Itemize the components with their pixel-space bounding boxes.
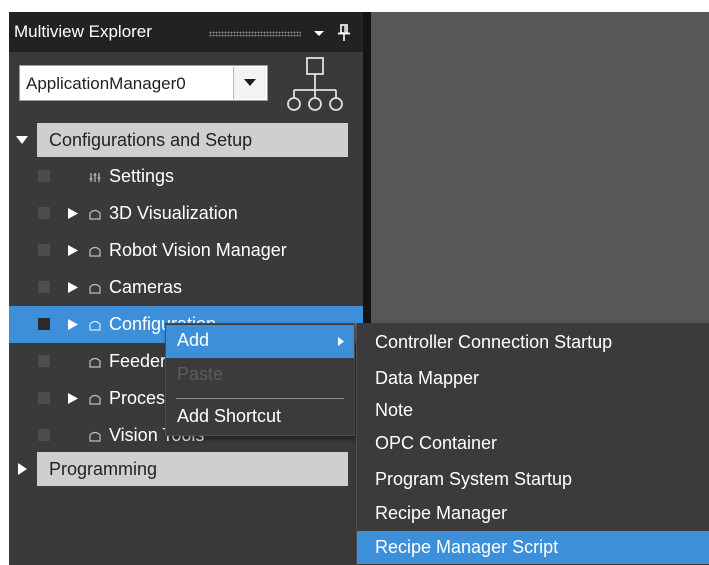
menu-separator [176,398,344,399]
screenshot-frame: Multiview Explorer ApplicationManager0 C… [0,0,709,565]
submenu-item-label: Recipe Manager [375,503,508,523]
panel-title-bar[interactable]: Multiview Explorer [9,12,363,52]
drag-grip[interactable] [209,31,301,37]
row-marker [38,207,50,219]
collapsed-arrow-icon[interactable] [67,318,79,331]
folder-icon [89,320,101,331]
settings-icon [89,173,101,182]
collapsed-arrow-icon[interactable] [67,281,79,294]
submenu-item-label: Note [375,400,414,420]
submenu-item-recipe-manager[interactable]: Recipe Manager [357,497,709,530]
folder-icon [89,246,101,257]
folder-icon [89,394,101,405]
folder-icon [89,357,101,368]
submenu-item-program-system-startup[interactable]: Program System Startup [357,463,709,496]
row-marker [38,392,50,404]
submenu-item-data-mapper[interactable]: Data Mapper [357,362,709,395]
submenu-item-opc-container[interactable]: OPC Container [357,427,709,460]
folder-icon [89,283,101,294]
application-selector-button[interactable] [233,67,266,99]
submenu-item-label: Controller Connection Startup [375,332,613,352]
multiview-explorer-panel: Multiview Explorer ApplicationManager0 C… [9,12,363,565]
hierarchy-view-icon[interactable] [280,52,350,116]
folder-icon [89,209,101,220]
menu-item-label: Add Shortcut [177,406,282,426]
collapsed-arrow-icon[interactable] [67,244,79,257]
window-dropdown-icon[interactable] [311,25,327,41]
row-marker [38,429,50,441]
group-configurations-and-setup[interactable]: Configurations and Setup [9,122,363,158]
submenu-item-label: Data Mapper [375,368,480,388]
collapsed-arrow-icon[interactable] [67,207,79,220]
group-programming[interactable]: Programming [9,451,363,487]
chevron-down-icon [244,79,256,86]
panel-title: Multiview Explorer [14,22,152,41]
tree-item-robot-vision-manager[interactable]: Robot Vision Manager [9,232,363,269]
menu-item-label: Paste [177,364,224,384]
submenu-arrow-icon [338,337,344,346]
submenu-item-label: Program System Startup [375,469,573,489]
tree-item-label: 3D Visualization [109,203,238,223]
row-marker [38,170,50,182]
menu-item-add-shortcut[interactable]: Add Shortcut [166,401,354,434]
collapsed-arrow-icon[interactable] [15,462,29,476]
submenu-item-note[interactable]: Note [357,394,709,427]
submenu-item-controller-connection-startup[interactable]: Controller Connection Startup [357,326,709,359]
tree-item-settings[interactable]: Settings [9,158,363,195]
tree-item-label: Robot Vision Manager [109,240,287,260]
context-menu: Add Paste Add Shortcut [165,323,355,436]
group-label: Programming [49,459,158,479]
tree-item-cameras[interactable]: Cameras [9,269,363,306]
menu-item-label: Add [177,330,210,350]
submenu-item-recipe-manager-script[interactable]: Recipe Manager Script [357,531,709,564]
menu-item-paste: Paste [166,359,354,392]
tree-item-label: Cameras [109,277,183,297]
row-marker [38,355,50,367]
group-label: Configurations and Setup [49,130,253,150]
row-marker [38,318,50,330]
submenu-item-label: Recipe Manager Script [375,537,559,557]
row-marker [38,244,50,256]
folder-icon [89,431,101,442]
submenu-item-label: OPC Container [375,433,498,453]
add-submenu: Controller Connection Startup Data Mappe… [356,323,709,565]
application-selector[interactable]: ApplicationManager0 [19,65,268,101]
collapsed-arrow-icon[interactable] [67,392,79,405]
application-selector-value: ApplicationManager0 [26,74,186,93]
menu-item-add[interactable]: Add [166,325,354,358]
row-marker [38,281,50,293]
tree-item-3d-visualization[interactable]: 3D Visualization [9,195,363,232]
expanded-arrow-icon[interactable] [15,133,29,147]
tree-item-label: Settings [109,166,175,186]
pin-icon[interactable] [336,23,352,43]
